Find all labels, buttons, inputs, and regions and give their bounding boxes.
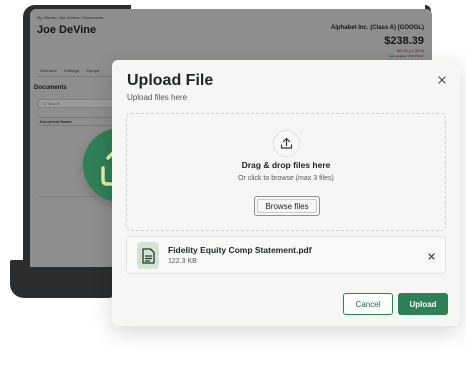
stock-price: $238.39 (384, 35, 424, 47)
tab-compa[interactable]: Compa (86, 68, 99, 73)
dialog-subtitle: Upload files here (127, 93, 188, 102)
dropzone-subtitle: Or click to browse (max 3 files) (238, 175, 334, 182)
file-size: 122.3 KB (168, 258, 197, 265)
upload-icon (280, 137, 293, 149)
browse-files-button[interactable]: Browse files (254, 196, 320, 216)
dropzone-title: Drag & drop files here (241, 160, 331, 170)
remove-file-button[interactable] (423, 248, 439, 264)
file-item: Fidelity Equity Comp Statement.pdf 122.3… (126, 236, 446, 274)
document-icon (141, 247, 155, 264)
close-icon (438, 76, 446, 84)
tab-overview[interactable]: Overview (40, 68, 57, 73)
client-name: Joe DeVine (37, 24, 97, 36)
stock-name: Alphabet Inc. (Class A) (GOOGL) (330, 25, 424, 31)
stock-change: -$3.10 (-1.30%) (396, 48, 424, 53)
upload-dialog: Upload File Upload files here Drag & dro… (112, 60, 460, 326)
upload-button[interactable]: Upload (398, 293, 448, 315)
section-title: Documents (34, 85, 67, 91)
dialog-title: Upload File (127, 72, 214, 89)
remove-file-icon (427, 252, 435, 260)
tab-bar: Overview Holdings Compa (40, 68, 99, 73)
cancel-button[interactable]: Cancel (343, 293, 393, 315)
tab-holdings[interactable]: Holdings (64, 68, 80, 73)
close-button[interactable] (434, 72, 450, 88)
file-icon-box (137, 242, 159, 269)
last-updated: Last updated: 3:00 PM ET (389, 54, 424, 58)
breadcrumb: My Clients / Joe DeVine / Documents (37, 15, 104, 20)
file-name: Fidelity Equity Comp Statement.pdf (168, 245, 312, 255)
upload-icon-circle (273, 130, 300, 157)
dropzone[interactable]: Drag & drop files here Or click to brows… (126, 113, 446, 231)
